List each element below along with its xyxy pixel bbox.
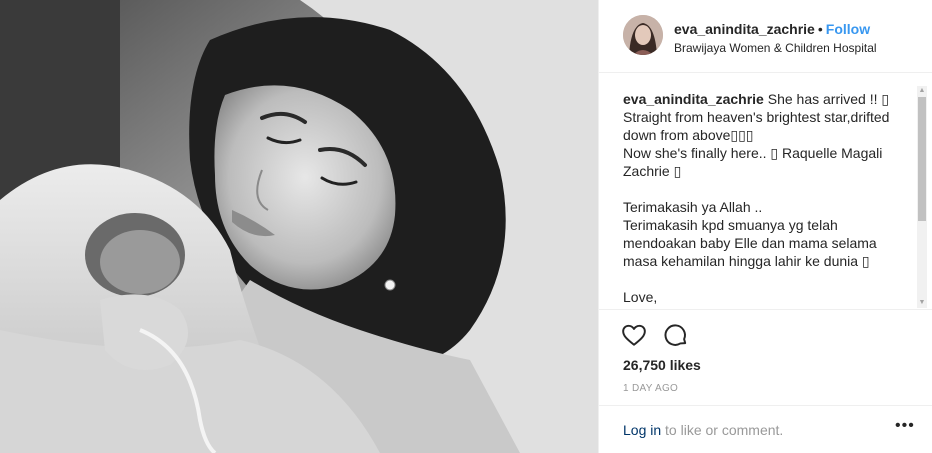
header-row: eva_anindita_zachrie • Follow [674,20,877,38]
instagram-post: eva_anindita_zachrie • Follow Brawijaya Wo… [0,0,932,453]
post-photo-image [0,0,598,453]
post-photo[interactable] [0,0,598,453]
login-link[interactable]: Log in [623,422,661,438]
comments-scrollbar[interactable]: ▲ ▼ [917,86,927,308]
header-text: eva_anindita_zachrie • Follow Brawijaya Wo… [674,20,877,55]
post-footer: Log in to like or comment. ••• [599,405,932,453]
caption-text: She has arrived !! ▯ Straight from heave… [623,91,890,309]
more-options-icon[interactable]: ••• [895,418,914,436]
comments-area: eva_anindita_zachrie She has arrived !! … [599,73,932,310]
scroll-down-icon[interactable]: ▼ [917,298,927,308]
post-side-panel: eva_anindita_zachrie • Follow Brawijaya Wo… [598,0,932,453]
avatar-image [623,15,663,55]
comment-icon[interactable] [663,322,689,348]
header-separator: • [817,21,823,37]
header-username[interactable]: eva_anindita_zachrie [674,21,815,37]
scroll-thumb[interactable] [918,97,926,221]
login-prompt: Log in to like or comment. [623,422,783,438]
heart-icon[interactable] [621,322,647,348]
location-link[interactable]: Brawijaya Women & Children Hospital [674,41,877,55]
scroll-up-icon[interactable]: ▲ [917,86,927,96]
action-bar [621,322,689,348]
login-suffix: to like or comment. [661,422,784,438]
follow-button[interactable]: Follow [826,21,870,37]
caption: eva_anindita_zachrie She has arrived !! … [623,90,913,309]
post-header: eva_anindita_zachrie • Follow Brawijaya Wo… [599,0,932,73]
avatar[interactable] [623,15,663,55]
likes-count[interactable]: 26,750 likes [623,357,701,373]
caption-username[interactable]: eva_anindita_zachrie [623,91,764,107]
post-age[interactable]: 1 DAY AGO [623,383,678,394]
